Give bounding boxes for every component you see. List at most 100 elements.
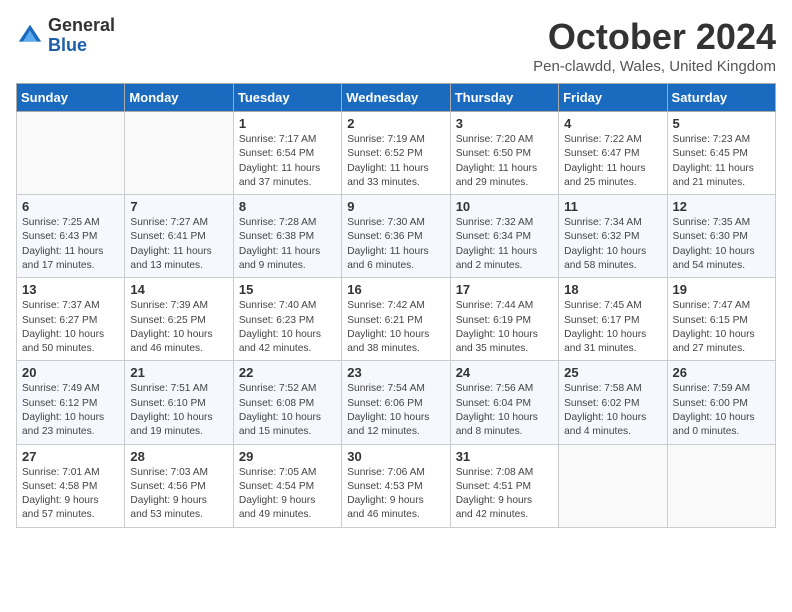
- calendar-day-cell: 11 Sunrise: 7:34 AM Sunset: 6:32 PM Dayli…: [559, 195, 667, 278]
- day-info: Sunrise: 7:30 AM Sunset: 6:36 PM Dayligh…: [347, 216, 444, 273]
- calendar-day-cell: 15Sunrise: 7:40 AM Sunset: 6:23 PM Dayli…: [233, 278, 341, 361]
- day-info: Sunrise: 7:39 AM Sunset: 6:25 PM Dayligh…: [130, 299, 227, 356]
- day-info: Sunrise: 7:28 AM Sunset: 6:38 PM Dayligh…: [239, 216, 336, 273]
- calendar-week-row: 13 Sunrise: 7:37 AM Sunset: 6:27 PM Dayli…: [17, 278, 776, 361]
- calendar-day-cell: 26Sunrise: 7:59 AM Sunset: 6:00 PM Dayli…: [667, 361, 775, 444]
- day-info: Sunrise: 7:35 AM Sunset: 6:30 PM Dayligh…: [673, 216, 770, 273]
- logo: General Blue: [16, 16, 115, 56]
- day-info: Sunrise: 7:19 AM Sunset: 6:52 PM Dayligh…: [347, 133, 444, 190]
- day-number: 21: [130, 365, 227, 380]
- calendar-day-cell: 1Sunrise: 7:17 AM Sunset: 6:54 PM Daylig…: [233, 112, 341, 195]
- day-number: 28: [130, 449, 227, 464]
- day-number: 10: [456, 199, 553, 214]
- day-info: Sunrise: 7:49 AM Sunset: 6:12 PM Dayligh…: [22, 382, 119, 439]
- day-info: Sunrise: 7:32 AM Sunset: 6:34 PM Dayligh…: [456, 216, 553, 273]
- calendar-week-row: 1Sunrise: 7:17 AM Sunset: 6:54 PM Daylig…: [17, 112, 776, 195]
- day-number: 2: [347, 116, 444, 131]
- calendar-day-cell: 25 Sunrise: 7:58 AM Sunset: 6:02 PM Dayli…: [559, 361, 667, 444]
- day-number: 3: [456, 116, 553, 131]
- weekday-header-cell: Wednesday: [342, 84, 450, 112]
- calendar-day-cell: 29 Sunrise: 7:05 AM Sunset: 4:54 PM Dayli…: [233, 444, 341, 527]
- calendar-day-cell: 4Sunrise: 7:22 AM Sunset: 6:47 PM Daylig…: [559, 112, 667, 195]
- day-info: Sunrise: 7:22 AM Sunset: 6:47 PM Dayligh…: [564, 133, 661, 190]
- weekday-header-cell: Friday: [559, 84, 667, 112]
- day-number: 8: [239, 199, 336, 214]
- day-number: 22: [239, 365, 336, 380]
- calendar-day-cell: 23Sunrise: 7:54 AM Sunset: 6:06 PM Dayli…: [342, 361, 450, 444]
- day-info: Sunrise: 7:01 AM Sunset: 4:58 PM Dayligh…: [22, 466, 119, 523]
- page-header: General Blue October 2024 Pen-clawdd, Wa…: [16, 16, 776, 75]
- day-number: 24: [456, 365, 553, 380]
- day-number: 25: [564, 365, 661, 380]
- day-number: 11: [564, 199, 661, 214]
- calendar-day-cell: 12 Sunrise: 7:35 AM Sunset: 6:30 PM Dayli…: [667, 195, 775, 278]
- calendar-day-cell: 28Sunrise: 7:03 AM Sunset: 4:56 PM Dayli…: [125, 444, 233, 527]
- calendar-day-cell: 5 Sunrise: 7:23 AM Sunset: 6:45 PM Daylig…: [667, 112, 775, 195]
- day-number: 12: [673, 199, 770, 214]
- day-number: 27: [22, 449, 119, 464]
- title-block: October 2024 Pen-clawdd, Wales, United K…: [533, 16, 776, 75]
- day-info: Sunrise: 7:58 AM Sunset: 6:02 PM Dayligh…: [564, 382, 661, 439]
- calendar-table: SundayMondayTuesdayWednesdayThursdayFrid…: [16, 83, 776, 528]
- day-info: Sunrise: 7:20 AM Sunset: 6:50 PM Dayligh…: [456, 133, 553, 190]
- calendar-day-cell: 30 Sunrise: 7:06 AM Sunset: 4:53 PM Dayli…: [342, 444, 450, 527]
- calendar-body: 1Sunrise: 7:17 AM Sunset: 6:54 PM Daylig…: [17, 112, 776, 528]
- calendar-day-cell: 9 Sunrise: 7:30 AM Sunset: 6:36 PM Daylig…: [342, 195, 450, 278]
- day-info: Sunrise: 7:54 AM Sunset: 6:06 PM Dayligh…: [347, 382, 444, 439]
- calendar-day-cell: 10 Sunrise: 7:32 AM Sunset: 6:34 PM Dayli…: [450, 195, 558, 278]
- location: Pen-clawdd, Wales, United Kingdom: [533, 58, 776, 75]
- calendar-day-cell: 3 Sunrise: 7:20 AM Sunset: 6:50 PM Daylig…: [450, 112, 558, 195]
- day-info: Sunrise: 7:51 AM Sunset: 6:10 PM Dayligh…: [130, 382, 227, 439]
- weekday-header-cell: Saturday: [667, 84, 775, 112]
- day-number: 18: [564, 282, 661, 297]
- weekday-header-cell: Thursday: [450, 84, 558, 112]
- day-info: Sunrise: 7:56 AM Sunset: 6:04 PM Dayligh…: [456, 382, 553, 439]
- calendar-day-cell: 24 Sunrise: 7:56 AM Sunset: 6:04 PM Dayli…: [450, 361, 558, 444]
- calendar-day-cell: 19 Sunrise: 7:47 AM Sunset: 6:15 PM Dayli…: [667, 278, 775, 361]
- day-number: 16: [347, 282, 444, 297]
- day-number: 5: [673, 116, 770, 131]
- day-number: 13: [22, 282, 119, 297]
- logo-icon: [16, 22, 44, 50]
- day-number: 30: [347, 449, 444, 464]
- calendar-day-cell: 16 Sunrise: 7:42 AM Sunset: 6:21 PM Dayli…: [342, 278, 450, 361]
- calendar-day-cell: 20 Sunrise: 7:49 AM Sunset: 6:12 PM Dayli…: [17, 361, 125, 444]
- day-number: 19: [673, 282, 770, 297]
- weekday-header-cell: Sunday: [17, 84, 125, 112]
- day-info: Sunrise: 7:34 AM Sunset: 6:32 PM Dayligh…: [564, 216, 661, 273]
- day-number: 26: [673, 365, 770, 380]
- day-info: Sunrise: 7:08 AM Sunset: 4:51 PM Dayligh…: [456, 466, 553, 523]
- weekday-header-cell: Tuesday: [233, 84, 341, 112]
- day-info: Sunrise: 7:23 AM Sunset: 6:45 PM Dayligh…: [673, 133, 770, 190]
- calendar-day-cell: [559, 444, 667, 527]
- day-info: Sunrise: 7:37 AM Sunset: 6:27 PM Dayligh…: [22, 299, 119, 356]
- calendar-day-cell: 6Sunrise: 7:25 AM Sunset: 6:43 PM Daylig…: [17, 195, 125, 278]
- day-info: Sunrise: 7:05 AM Sunset: 4:54 PM Dayligh…: [239, 466, 336, 523]
- calendar-day-cell: 17Sunrise: 7:44 AM Sunset: 6:19 PM Dayli…: [450, 278, 558, 361]
- calendar-week-row: 6Sunrise: 7:25 AM Sunset: 6:43 PM Daylig…: [17, 195, 776, 278]
- day-number: 15: [239, 282, 336, 297]
- calendar-day-cell: 13 Sunrise: 7:37 AM Sunset: 6:27 PM Dayli…: [17, 278, 125, 361]
- month-title: October 2024: [533, 16, 776, 58]
- day-info: Sunrise: 7:42 AM Sunset: 6:21 PM Dayligh…: [347, 299, 444, 356]
- day-info: Sunrise: 7:06 AM Sunset: 4:53 PM Dayligh…: [347, 466, 444, 523]
- day-info: Sunrise: 7:45 AM Sunset: 6:17 PM Dayligh…: [564, 299, 661, 356]
- calendar-day-cell: 31Sunrise: 7:08 AM Sunset: 4:51 PM Dayli…: [450, 444, 558, 527]
- day-number: 29: [239, 449, 336, 464]
- calendar-day-cell: 18 Sunrise: 7:45 AM Sunset: 6:17 PM Dayli…: [559, 278, 667, 361]
- day-info: Sunrise: 7:25 AM Sunset: 6:43 PM Dayligh…: [22, 216, 119, 273]
- calendar-day-cell: 21 Sunrise: 7:51 AM Sunset: 6:10 PM Dayli…: [125, 361, 233, 444]
- calendar-day-cell: 14Sunrise: 7:39 AM Sunset: 6:25 PM Dayli…: [125, 278, 233, 361]
- day-number: 9: [347, 199, 444, 214]
- weekday-header-row: SundayMondayTuesdayWednesdayThursdayFrid…: [17, 84, 776, 112]
- calendar-day-cell: [667, 444, 775, 527]
- calendar-day-cell: 22Sunrise: 7:52 AM Sunset: 6:08 PM Dayli…: [233, 361, 341, 444]
- day-number: 7: [130, 199, 227, 214]
- calendar-day-cell: 2 Sunrise: 7:19 AM Sunset: 6:52 PM Daylig…: [342, 112, 450, 195]
- day-info: Sunrise: 7:27 AM Sunset: 6:41 PM Dayligh…: [130, 216, 227, 273]
- day-info: Sunrise: 7:47 AM Sunset: 6:15 PM Dayligh…: [673, 299, 770, 356]
- calendar-day-cell: [17, 112, 125, 195]
- calendar-day-cell: [125, 112, 233, 195]
- day-number: 20: [22, 365, 119, 380]
- weekday-header-cell: Monday: [125, 84, 233, 112]
